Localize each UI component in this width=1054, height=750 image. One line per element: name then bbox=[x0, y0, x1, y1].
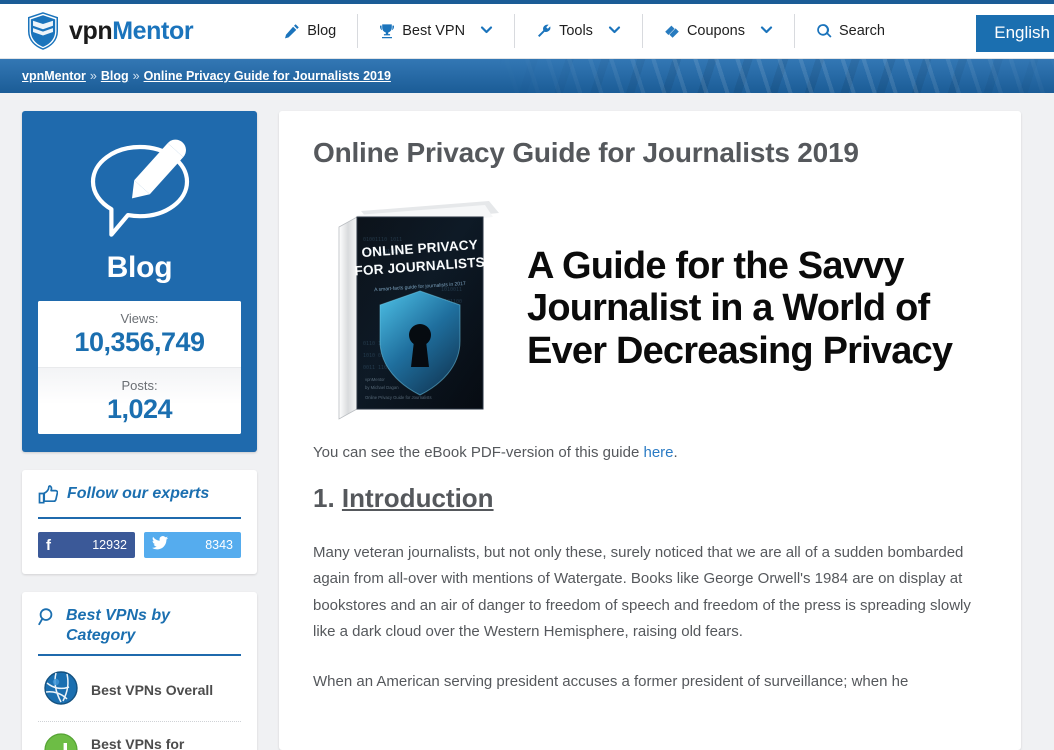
breadcrumb-band: vpnMentor » Blog » Online Privacy Guide … bbox=[0, 59, 1054, 93]
shield-icon bbox=[26, 12, 60, 50]
ebook-note-after: . bbox=[673, 444, 678, 461]
section-title: Introduction bbox=[341, 483, 494, 513]
best-vpns-by-category-widget: Best VPNs by Category Best VPNs Overall bbox=[22, 592, 257, 750]
category-item-torrents[interactable]: Best VPNs for Torrents bbox=[38, 722, 241, 750]
category-widget-title: Best VPNs by Category bbox=[66, 607, 171, 644]
breadcrumb-item-vpnmentor[interactable]: vpnMentor bbox=[22, 69, 86, 83]
follow-experts-widget: Follow our experts f 12932 8343 bbox=[22, 470, 257, 574]
blog-pencil-bubble-icon bbox=[38, 137, 241, 249]
logo-word-vpn: vpn bbox=[69, 16, 113, 45]
nav-label-coupons: Coupons bbox=[686, 23, 745, 39]
facebook-follow-button[interactable]: f 12932 bbox=[38, 532, 135, 558]
facebook-icon: f bbox=[46, 536, 51, 554]
blog-stats-widget: Blog Views: 10,356,749 Posts: 1,024 bbox=[22, 111, 257, 452]
article-hero-image: 01001110 1011 1100 01011010 0110 1001100… bbox=[313, 191, 987, 426]
chevron-down-icon bbox=[608, 23, 621, 40]
ebook-pdf-note: You can see the eBook PDF-version of thi… bbox=[313, 444, 987, 461]
search-icon bbox=[816, 23, 832, 39]
stat-posts-value: 1,024 bbox=[106, 394, 173, 424]
nav-label-best-vpn: Best VPN bbox=[402, 23, 466, 39]
hero-headline: A Guide for the Savvy Journalist in a Wo… bbox=[527, 244, 953, 372]
blog-stat-card: Views: 10,356,749 Posts: 1,024 bbox=[38, 301, 241, 434]
nav-item-best-vpn[interactable]: Best VPN bbox=[358, 14, 514, 48]
breadcrumb-decoration bbox=[494, 59, 1054, 93]
section-heading-introduction: 1. Introduction bbox=[313, 483, 987, 514]
nav-item-tools[interactable]: Tools bbox=[515, 14, 642, 48]
breadcrumb-item-blog[interactable]: Blog bbox=[101, 69, 129, 83]
logo-word-mentor: Mentor bbox=[112, 16, 194, 45]
nav-item-search[interactable]: Search bbox=[795, 14, 906, 48]
stat-posts-label: Posts: bbox=[121, 378, 158, 393]
page-title: Online Privacy Guide for Journalists 201… bbox=[313, 137, 859, 168]
category-label-torrents: Best VPNs for Torrents bbox=[91, 735, 185, 750]
site-logo[interactable]: vpnMentor bbox=[26, 12, 194, 50]
twitter-icon bbox=[152, 536, 168, 554]
wrench-icon bbox=[536, 23, 552, 39]
breadcrumb-separator: » bbox=[132, 69, 140, 83]
breadcrumb-separator: » bbox=[89, 69, 97, 83]
globe-network-icon bbox=[44, 671, 78, 710]
thumbs-up-icon bbox=[38, 485, 59, 509]
nav-label-tools: Tools bbox=[559, 23, 593, 39]
content-column: Online Privacy Guide for Journalists 201… bbox=[279, 111, 1021, 750]
stat-posts: Posts: 1,024 bbox=[38, 367, 241, 434]
page-body: Blog Views: 10,356,749 Posts: 1,024 Foll… bbox=[0, 93, 1054, 750]
chevron-down-icon bbox=[760, 23, 773, 40]
trophy-icon bbox=[379, 23, 395, 39]
utorrent-icon bbox=[44, 733, 78, 750]
category-widget-header: Best VPNs by Category bbox=[38, 606, 241, 656]
twitter-count: 8343 bbox=[205, 538, 233, 552]
pencil-icon bbox=[284, 23, 300, 39]
breadcrumb: vpnMentor » Blog » Online Privacy Guide … bbox=[0, 69, 391, 83]
magnifier-icon bbox=[38, 607, 57, 631]
category-item-overall[interactable]: Best VPNs Overall bbox=[38, 660, 241, 722]
twitter-follow-button[interactable]: 8343 bbox=[144, 532, 241, 558]
logo-wordmark: vpnMentor bbox=[69, 16, 194, 46]
sidebar: Blog Views: 10,356,749 Posts: 1,024 Foll… bbox=[22, 111, 257, 750]
nav-item-coupons[interactable]: Coupons bbox=[643, 14, 794, 48]
article-card: Online Privacy Guide for Journalists 201… bbox=[279, 111, 1021, 750]
stat-views: Views: 10,356,749 bbox=[38, 301, 241, 367]
stat-views-value: 10,356,749 bbox=[74, 327, 205, 357]
section-number: 1. bbox=[313, 483, 335, 513]
chevron-down-icon bbox=[480, 23, 493, 40]
ebook-note-before: You can see the eBook PDF-version of thi… bbox=[313, 444, 644, 461]
coupon-icon bbox=[664, 23, 680, 39]
paragraph-2: When an American serving president accus… bbox=[313, 673, 909, 690]
nav-label-blog: Blog bbox=[307, 23, 337, 39]
nav-item-blog[interactable]: Blog bbox=[263, 14, 357, 48]
paragraph-1: Many veteran journalists, but not only t… bbox=[313, 544, 971, 640]
social-buttons: f 12932 8343 bbox=[38, 532, 241, 558]
follow-widget-title: Follow our experts bbox=[67, 485, 210, 502]
facebook-count: 12932 bbox=[92, 538, 127, 552]
site-header: vpnMentor Blog Best VPN Tools Coupons Se… bbox=[0, 4, 1054, 59]
follow-widget-header: Follow our experts bbox=[38, 484, 241, 519]
blog-widget-title: Blog bbox=[106, 251, 173, 284]
category-label-overall: Best VPNs Overall bbox=[91, 682, 214, 699]
language-button[interactable]: English bbox=[976, 15, 1054, 52]
breadcrumb-item-current[interactable]: Online Privacy Guide for Journalists 201… bbox=[144, 69, 391, 83]
ebook-cover: 01001110 1011 1100 01011010 0110 1001100… bbox=[313, 195, 509, 423]
ebook-pdf-link[interactable]: here bbox=[643, 444, 673, 461]
nav-label-search: Search bbox=[838, 23, 885, 39]
stat-views-label: Views: bbox=[120, 311, 159, 326]
category-list: Best VPNs Overall Best VPNs for Torrents bbox=[38, 660, 241, 750]
main-nav: Blog Best VPN Tools Coupons Search bbox=[263, 4, 906, 59]
